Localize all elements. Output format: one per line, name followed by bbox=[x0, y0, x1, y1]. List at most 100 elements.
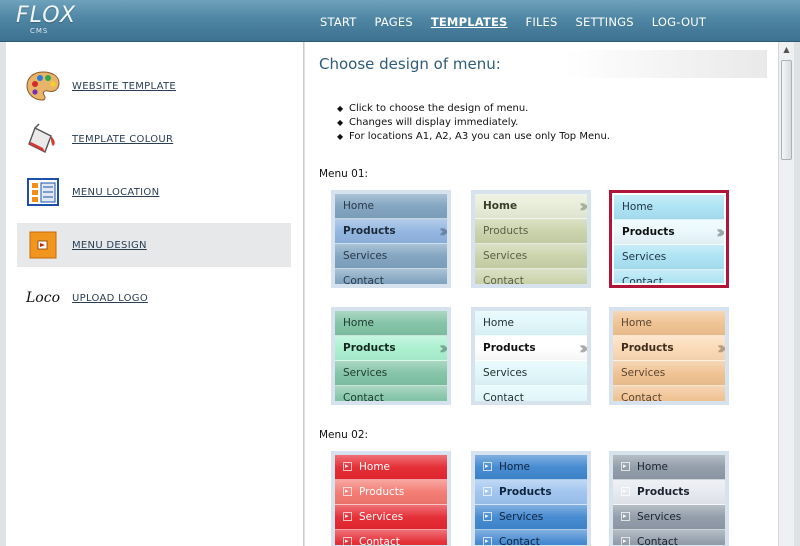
flox-logo[interactable]: FLOX CMS bbox=[16, 3, 77, 35]
menu-sample-item-label: Products bbox=[499, 486, 552, 498]
menu-sample-item: Home ››› bbox=[475, 194, 587, 219]
menu-sample-item: Services bbox=[475, 244, 587, 269]
logo-subtext: CMS bbox=[30, 27, 49, 35]
sidebar-item-label: MENU DESIGN bbox=[72, 239, 147, 251]
menu-sample-white-cyan[interactable]: Home Products ››› Services Contact bbox=[471, 307, 591, 405]
menu-sample-preview: Home Products ››› Services Contact bbox=[614, 195, 724, 283]
menu-sample-item-label: Products bbox=[622, 226, 675, 238]
menu-sample-item: Products ››› bbox=[614, 220, 724, 245]
nav-settings[interactable]: SETTINGS bbox=[576, 0, 634, 42]
arrow-bullet-icon bbox=[483, 504, 492, 529]
menu-sample-green-gloss[interactable]: Home Products ››› Services Contact bbox=[331, 307, 451, 405]
menu-sample-item: Services bbox=[335, 504, 447, 530]
sidebar-item-label: WEBSITE TEMPLATE bbox=[72, 80, 176, 92]
instruction-item: Click to choose the design of menu. bbox=[337, 102, 610, 116]
menu-sample-item: Services bbox=[335, 361, 447, 386]
instruction-item: Changes will display immediately. bbox=[337, 116, 610, 130]
arrow-bullet-icon bbox=[621, 479, 630, 504]
menu-sample-item-label: Services bbox=[359, 511, 404, 523]
arrow-bullet-icon bbox=[343, 455, 352, 479]
menu-sample-item: Contact bbox=[335, 386, 447, 401]
menu-sample-item-label: Home bbox=[483, 200, 518, 212]
scrollbar-thumb[interactable] bbox=[781, 60, 792, 160]
sidebar-item-template-colour[interactable]: TEMPLATE COLOUR bbox=[17, 117, 291, 161]
sidebar-item-website-template[interactable]: WEBSITE TEMPLATE bbox=[17, 64, 291, 108]
menu-sample-item: Contact bbox=[475, 386, 587, 401]
menu-sample-item: Products ››› bbox=[335, 219, 447, 244]
menu-sample-item-label: Contact bbox=[637, 536, 678, 545]
menu-sample-item: Contact bbox=[475, 269, 587, 284]
menu-sample-item: Contact bbox=[613, 529, 725, 545]
menu-sample-item-label: Products bbox=[343, 225, 396, 237]
menu-sample-orange-gloss[interactable]: Home Products ››› Services Contact bbox=[609, 307, 729, 405]
sidebar-item-upload-logo[interactable]: Loco UPLOAD LOGO bbox=[17, 276, 291, 320]
menu-sample-item-label: Products bbox=[621, 342, 674, 354]
menu-design-icon bbox=[23, 225, 63, 265]
menu-sample-item-label: Contact bbox=[359, 536, 400, 545]
menu-sample-item: Home bbox=[335, 311, 447, 336]
menu-sample-item-label: Services bbox=[499, 511, 544, 523]
sidebar-item-menu-location[interactable]: MENU LOCATION bbox=[17, 170, 291, 214]
menu-sample-item-label: Home bbox=[499, 461, 531, 473]
menu-sample-item-label: Contact bbox=[483, 392, 524, 401]
instruction-item: For locations A1, A2, A3 you can use onl… bbox=[337, 130, 610, 144]
menu-sample-preview: Home Products Services Contact bbox=[613, 455, 725, 545]
menu-sample-olive-gloss[interactable]: Home ››› Products Services Contact bbox=[471, 190, 591, 288]
menu-sample-item: Services bbox=[475, 361, 587, 386]
menu-sample-item-label: Home bbox=[483, 317, 515, 329]
nav-log-out[interactable]: LOG-OUT bbox=[652, 0, 706, 42]
chevrons-icon: ››› bbox=[578, 338, 587, 359]
menu-sample-item: Home bbox=[475, 311, 587, 336]
chevrons-icon: ››› bbox=[578, 196, 587, 217]
arrow-bullet-icon bbox=[343, 529, 352, 545]
menu-sample-preview: Home Products ››› Services Contact bbox=[613, 311, 725, 401]
menu-sample-preview: Home Products ››› Services Contact bbox=[335, 194, 447, 284]
menu-sample-item: Contact bbox=[614, 270, 724, 283]
nav-pages[interactable]: PAGES bbox=[374, 0, 412, 42]
menu-sample-item-label: Contact bbox=[343, 275, 384, 284]
menu-sample-item: Services bbox=[613, 504, 725, 530]
menu-sample-item-label: Home bbox=[622, 201, 654, 213]
section-label-menu-02: Menu 02: bbox=[319, 429, 369, 441]
logo-icon: Loco bbox=[23, 278, 63, 318]
menu-sample-item-label: Home bbox=[343, 200, 375, 212]
menu-sample-red-icon[interactable]: Home Products Services Contact bbox=[331, 451, 451, 546]
menu-sample-item-label: Products bbox=[359, 486, 405, 498]
menu-sample-cyan-gloss[interactable]: Home Products ››› Services Contact bbox=[609, 190, 729, 288]
menu-sample-item-label: Contact bbox=[499, 536, 540, 545]
menu-sample-item-label: Products bbox=[483, 225, 529, 237]
sidebar-item-menu-design[interactable]: MENU DESIGN bbox=[17, 223, 291, 267]
arrow-bullet-icon bbox=[621, 529, 630, 545]
chevrons-icon: ››› bbox=[438, 221, 447, 242]
chevrons-icon: ››› bbox=[438, 338, 447, 359]
menu-sample-preview: Home Products ››› Services Contact bbox=[475, 311, 587, 401]
main-nav: START PAGES TEMPLATES FILES SETTINGS LOG-OUT bbox=[320, 0, 724, 42]
layout-icon bbox=[23, 172, 63, 212]
menu-sample-grey-icon[interactable]: Home Products Services Contact bbox=[609, 451, 729, 546]
nav-templates[interactable]: TEMPLATES bbox=[431, 0, 508, 42]
nav-start[interactable]: START bbox=[320, 0, 356, 42]
menu-sample-blue-gloss[interactable]: Home Products ››› Services Contact bbox=[331, 190, 451, 288]
logo-text: FLOX bbox=[16, 3, 77, 28]
arrow-bullet-icon bbox=[621, 504, 630, 529]
menu-sample-blue-icon[interactable]: Home Products Services Contact bbox=[471, 451, 591, 546]
sidebar-item-label: UPLOAD LOGO bbox=[72, 292, 148, 304]
menu-sample-item: Home bbox=[475, 455, 587, 480]
menu-sample-item-label: Services bbox=[343, 367, 388, 379]
menu-sample-item: Contact bbox=[335, 529, 447, 545]
vertical-scrollbar[interactable]: ▲ bbox=[778, 42, 794, 546]
menu-sample-preview: Home Products ››› Services Contact bbox=[335, 311, 447, 401]
nav-files[interactable]: FILES bbox=[526, 0, 558, 42]
menu-sample-item-label: Products bbox=[483, 342, 536, 354]
chevrons-icon: ››› bbox=[716, 338, 725, 359]
main-panel: Choose design of menu: Click to choose t… bbox=[305, 42, 778, 546]
menu-sample-preview: Home ››› Products Services Contact bbox=[475, 194, 587, 284]
menu-sample-item: Products bbox=[613, 479, 725, 505]
menu-sample-item-label: Home bbox=[343, 317, 375, 329]
section-label-menu-01: Menu 01: bbox=[319, 168, 369, 180]
content-frame: WEBSITE TEMPLATE TEMPLATE COLOUR MENU LO… bbox=[0, 42, 800, 546]
menu-sample-item: Home bbox=[335, 455, 447, 480]
menu-sample-item-label: Home bbox=[637, 461, 669, 473]
menu-sample-preview: Home Products Services Contact bbox=[335, 455, 447, 545]
scroll-up-icon[interactable]: ▲ bbox=[779, 42, 794, 57]
